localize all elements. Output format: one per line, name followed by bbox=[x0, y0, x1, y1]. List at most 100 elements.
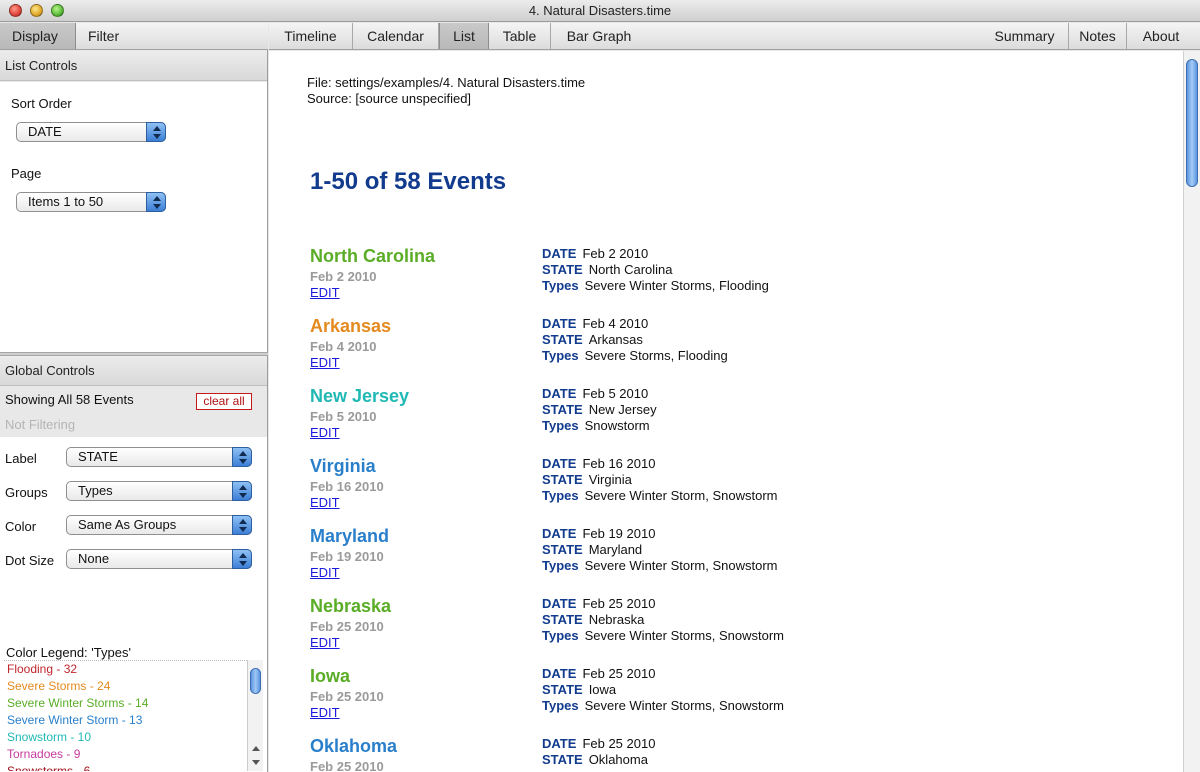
edit-link[interactable]: EDIT bbox=[310, 635, 340, 650]
source-line: Source: [source unspecified] bbox=[307, 91, 472, 106]
edit-link[interactable]: EDIT bbox=[310, 425, 340, 440]
legend-item[interactable]: Severe Storms - 24 bbox=[4, 678, 247, 695]
color-select[interactable]: Same As Groups bbox=[66, 515, 252, 535]
event-date: Feb 25 2010 bbox=[310, 759, 384, 772]
event-date-field: DATE Feb 25 2010 bbox=[542, 666, 655, 681]
tab-display[interactable]: Display bbox=[0, 23, 76, 49]
event-title: North Carolina bbox=[310, 246, 436, 266]
color-legend-list: Flooding - 32 Severe Storms - 24 Severe … bbox=[4, 660, 247, 771]
legend-item[interactable]: Snowstorms - 6 bbox=[4, 763, 247, 771]
tab-filter[interactable]: Filter bbox=[76, 23, 131, 49]
list-item: Virginia Feb 16 2010 EDIT DATE Feb 16 201… bbox=[310, 456, 1170, 526]
list-item: North Carolina Feb 2 2010 EDIT DATE Feb 2… bbox=[310, 246, 1170, 316]
scroll-down-arrow-icon[interactable] bbox=[252, 760, 260, 765]
content-scrollbar[interactable] bbox=[1183, 51, 1200, 772]
showing-count: Showing All 58 Events bbox=[5, 392, 134, 407]
list-item: Arkansas Feb 4 2010 EDIT DATE Feb 4 2010 … bbox=[310, 316, 1170, 386]
field-key: DATE bbox=[542, 316, 577, 331]
field-key: Types bbox=[542, 348, 579, 363]
event-types-field: Types Severe Winter Storms, Flooding bbox=[542, 278, 769, 293]
field-key: STATE bbox=[542, 332, 583, 347]
content-scroll-thumb[interactable] bbox=[1186, 59, 1198, 187]
event-date-field: DATE Feb 16 2010 bbox=[542, 456, 655, 471]
legend-item[interactable]: Flooding - 32 bbox=[4, 661, 247, 678]
view-tab-bar: Timeline Calendar List Table Bar Graph S… bbox=[269, 23, 1200, 50]
event-date-field: DATE Feb 19 2010 bbox=[542, 526, 655, 541]
event-date-field: DATE Feb 2 2010 bbox=[542, 246, 648, 261]
groups-row-label: Groups bbox=[5, 485, 48, 500]
dot-size-row-label: Dot Size bbox=[5, 553, 55, 568]
event-date: Feb 25 2010 bbox=[310, 689, 384, 704]
chevron-updown-icon bbox=[146, 122, 166, 142]
legend-item[interactable]: Snowstorm - 10 bbox=[4, 729, 247, 746]
field-value: Severe Winter Storms, Snowstorm bbox=[584, 628, 784, 643]
dot-size-select[interactable]: None bbox=[66, 549, 252, 569]
legend-item[interactable]: Severe Winter Storm - 13 bbox=[4, 712, 247, 729]
legend-item[interactable]: Tornadoes - 9 bbox=[4, 746, 247, 763]
event-date-field: DATE Feb 25 2010 bbox=[542, 736, 655, 751]
window-title: 4. Natural Disasters.time bbox=[528, 3, 672, 18]
clear-all-button[interactable]: clear all bbox=[196, 393, 252, 410]
tab-list[interactable]: List bbox=[439, 23, 489, 49]
field-value: Severe Winter Storms, Snowstorm bbox=[584, 698, 784, 713]
filtering-status: Not Filtering bbox=[5, 417, 76, 432]
event-title: Iowa bbox=[310, 666, 351, 686]
field-value: Feb 25 2010 bbox=[582, 736, 656, 751]
groups-select[interactable]: Types bbox=[66, 481, 252, 501]
event-types-field: Types Severe Winter Storms, Snowstorm bbox=[542, 698, 784, 713]
title-bar: 4. Natural Disasters.time bbox=[0, 0, 1200, 22]
tab-bar-graph[interactable]: Bar Graph bbox=[551, 23, 647, 49]
event-date: Feb 4 2010 bbox=[310, 339, 377, 354]
event-state-field: STATE New Jersey bbox=[542, 402, 657, 417]
color-row-label: Color bbox=[5, 519, 37, 534]
field-value: Arkansas bbox=[588, 332, 643, 347]
chevron-updown-icon bbox=[232, 549, 252, 569]
label-select-value: STATE bbox=[78, 449, 118, 464]
event-state-field: STATE Maryland bbox=[542, 542, 642, 557]
field-value: Severe Winter Storms, Flooding bbox=[584, 278, 769, 293]
edit-link[interactable]: EDIT bbox=[310, 355, 340, 370]
label-select[interactable]: STATE bbox=[66, 447, 252, 467]
scroll-up-arrow-icon[interactable] bbox=[252, 746, 260, 751]
sort-order-select[interactable]: DATE bbox=[16, 122, 166, 142]
field-value: Maryland bbox=[588, 542, 643, 557]
list-item: Maryland Feb 19 2010 EDIT DATE Feb 19 201… bbox=[310, 526, 1170, 596]
tab-table[interactable]: Table bbox=[489, 23, 551, 49]
event-date: Feb 5 2010 bbox=[310, 409, 377, 424]
field-key: STATE bbox=[542, 472, 583, 487]
event-title: New Jersey bbox=[310, 386, 410, 406]
legend-scroll-thumb[interactable] bbox=[250, 668, 261, 694]
edit-link[interactable]: EDIT bbox=[310, 495, 340, 510]
event-state-field: STATE Arkansas bbox=[542, 332, 643, 347]
field-key: Types bbox=[542, 418, 579, 433]
field-value: Iowa bbox=[588, 682, 617, 697]
field-value: Feb 19 2010 bbox=[582, 526, 656, 541]
list-controls-panel: Sort Order DATE Page Items 1 to 50 bbox=[0, 82, 267, 352]
edit-link[interactable]: EDIT bbox=[310, 285, 340, 300]
list-item: New Jersey Feb 5 2010 EDIT DATE Feb 5 201… bbox=[310, 386, 1170, 456]
field-value: Feb 25 2010 bbox=[582, 666, 656, 681]
event-date-field: DATE Feb 4 2010 bbox=[542, 316, 648, 331]
tab-calendar[interactable]: Calendar bbox=[353, 23, 439, 49]
event-title: Maryland bbox=[310, 526, 390, 546]
groups-select-value: Types bbox=[78, 483, 113, 498]
tab-summary[interactable]: Summary bbox=[981, 23, 1069, 49]
field-value: Severe Storms, Flooding bbox=[584, 348, 728, 363]
field-key: DATE bbox=[542, 456, 577, 471]
event-date: Feb 25 2010 bbox=[310, 619, 384, 634]
label-row-label: Label bbox=[5, 451, 37, 466]
event-title: Nebraska bbox=[310, 596, 392, 616]
field-value: Oklahoma bbox=[588, 752, 648, 767]
edit-link[interactable]: EDIT bbox=[310, 705, 340, 720]
tab-notes[interactable]: Notes bbox=[1069, 23, 1127, 49]
tab-about[interactable]: About bbox=[1127, 23, 1195, 49]
edit-link[interactable]: EDIT bbox=[310, 565, 340, 580]
tab-timeline[interactable]: Timeline bbox=[269, 23, 353, 49]
event-types-field: Types Severe Winter Storm, Snowstorm bbox=[542, 488, 778, 503]
field-key: STATE bbox=[542, 262, 583, 277]
legend-item[interactable]: Severe Winter Storms - 14 bbox=[4, 695, 247, 712]
field-key: STATE bbox=[542, 752, 583, 767]
event-title: Virginia bbox=[310, 456, 376, 476]
legend-scrollbar[interactable] bbox=[247, 660, 263, 771]
page-select[interactable]: Items 1 to 50 bbox=[16, 192, 166, 212]
